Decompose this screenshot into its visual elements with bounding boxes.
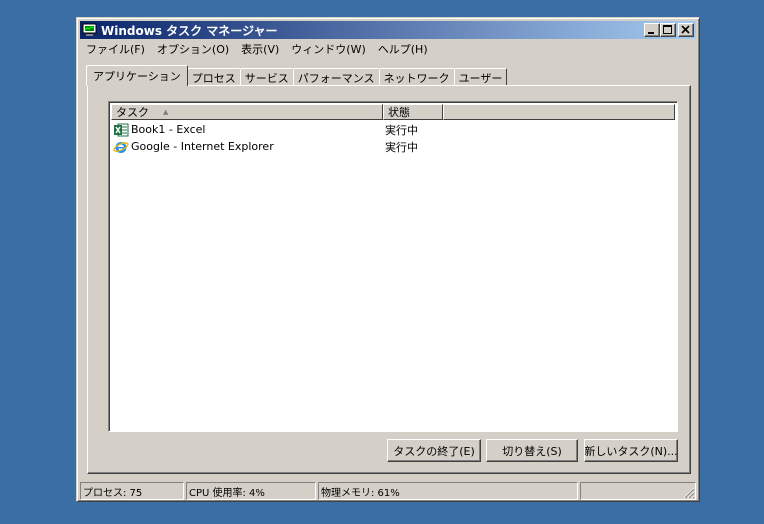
menu-view[interactable]: 表示(V)	[235, 41, 285, 57]
excel-icon	[113, 122, 129, 138]
tab-strip: アプリケーション プロセス サービス パフォーマンス ネットワーク ユーザー	[86, 65, 508, 86]
column-header-task[interactable]: タスク ▲	[111, 104, 383, 120]
new-task-button[interactable]: 新しいタスク(N)...	[584, 439, 678, 462]
status-physical-memory: 物理メモリ: 61%	[318, 482, 578, 500]
minimize-button[interactable]	[644, 23, 660, 37]
menu-bar: ファイル(F) オプション(O) 表示(V) ウィンドウ(W) ヘルプ(H)	[80, 40, 696, 58]
tab-performance[interactable]: パフォーマンス	[292, 68, 380, 86]
tab-applications[interactable]: アプリケーション	[86, 65, 188, 86]
window-title: Windows タスク マネージャー	[101, 23, 278, 38]
task-list[interactable]: タスク ▲ 状態 Book1 - Excel 実行中 Google - Inte…	[108, 101, 678, 432]
column-task-label: タスク	[116, 106, 149, 119]
menu-window[interactable]: ウィンドウ(W)	[285, 41, 371, 57]
status-bar: プロセス: 75 CPU 使用率: 4% 物理メモリ: 61%	[80, 482, 696, 500]
task-manager-window: Windows タスク マネージャー ファイル(F) オプション(O) 表示(V…	[76, 17, 700, 502]
column-header-filler	[443, 104, 675, 120]
tab-users[interactable]: ユーザー	[453, 68, 508, 86]
task-status: 実行中	[385, 123, 418, 137]
column-status-label: 状態	[388, 106, 410, 119]
table-row[interactable]: Google - Internet Explorer 実行中	[111, 138, 671, 155]
title-bar[interactable]: Windows タスク マネージャー	[80, 21, 696, 39]
table-row[interactable]: Book1 - Excel 実行中	[111, 121, 671, 138]
task-name: Google - Internet Explorer	[131, 140, 274, 153]
task-manager-icon	[82, 23, 98, 37]
tab-processes[interactable]: プロセス	[186, 68, 241, 86]
menu-file[interactable]: ファイル(F)	[80, 41, 151, 57]
maximize-icon	[663, 25, 672, 34]
list-header: タスク ▲ 状態	[111, 104, 675, 120]
minimize-icon	[648, 32, 654, 34]
status-cpu-usage: CPU 使用率: 4%	[186, 482, 316, 500]
applications-panel: タスク ▲ 状態 Book1 - Excel 実行中 Google - Inte…	[87, 85, 691, 474]
close-button[interactable]	[678, 23, 694, 37]
tab-networking[interactable]: ネットワーク	[378, 68, 455, 86]
maximize-button[interactable]	[660, 23, 676, 37]
sort-ascending-icon: ▲	[163, 108, 169, 116]
task-name: Book1 - Excel	[131, 123, 206, 136]
tab-services[interactable]: サービス	[239, 68, 294, 86]
resize-grip-icon[interactable]	[683, 487, 695, 499]
end-task-button[interactable]: タスクの終了(E)	[387, 439, 481, 462]
task-status: 実行中	[385, 140, 418, 154]
status-processes: プロセス: 75	[80, 482, 184, 500]
close-icon	[681, 25, 690, 34]
menu-help[interactable]: ヘルプ(H)	[372, 41, 434, 57]
switch-to-button[interactable]: 切り替え(S)	[486, 439, 578, 462]
status-empty-panel	[580, 482, 696, 500]
ie-icon	[113, 139, 129, 155]
column-header-status[interactable]: 状態	[383, 104, 443, 120]
menu-options[interactable]: オプション(O)	[151, 41, 235, 57]
